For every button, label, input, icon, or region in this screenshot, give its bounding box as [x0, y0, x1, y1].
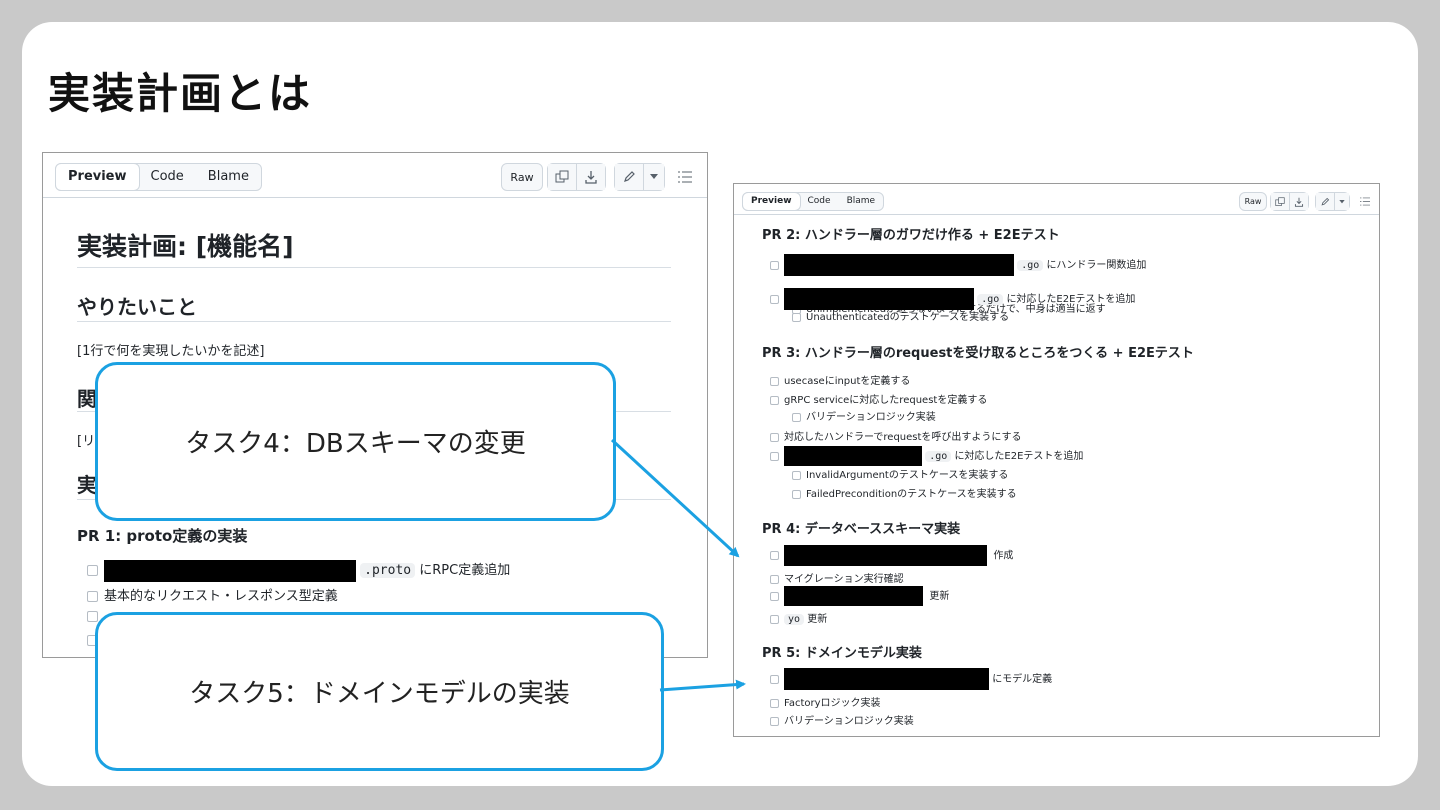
- callout-arrows: [610, 438, 746, 692]
- arrow-task4: [610, 438, 740, 558]
- arrow-task5: [659, 679, 746, 692]
